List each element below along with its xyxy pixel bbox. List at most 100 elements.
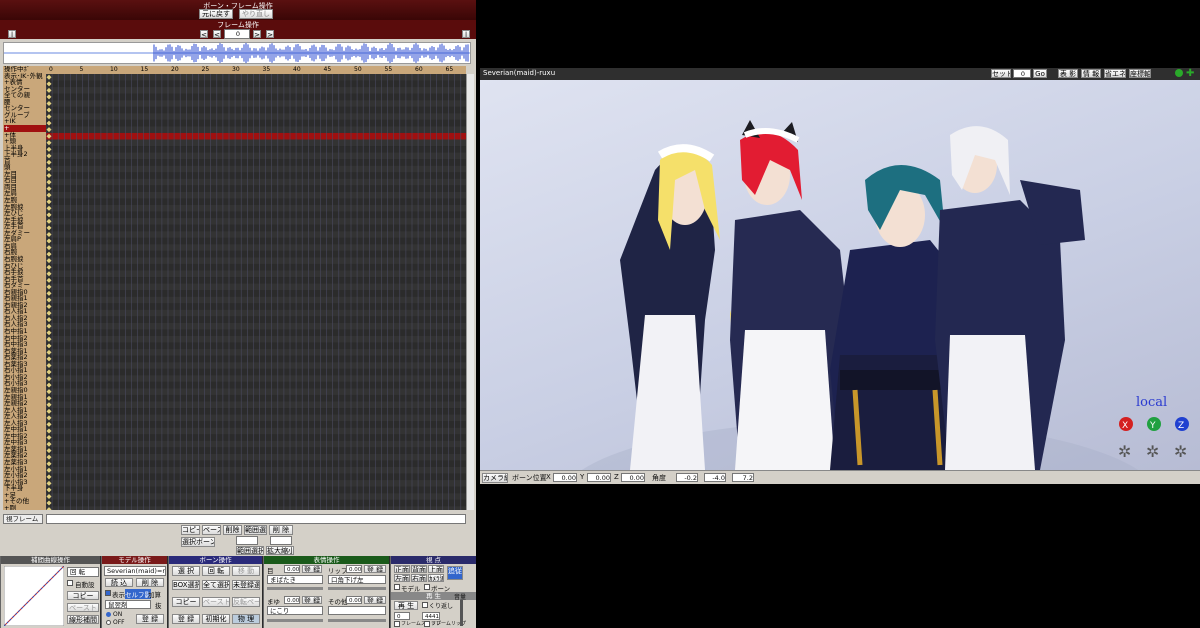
- camera-follow-button[interactable]: ｶﾒﾗ追: [428, 574, 444, 582]
- reverse-paste-button[interactable]: 反転ペースト: [232, 597, 260, 607]
- next-key-button[interactable]: >: [253, 30, 261, 38]
- model-select[interactable]: Severian(maid)=ruxu: [104, 566, 166, 576]
- lip-slider[interactable]: [328, 587, 386, 590]
- lip-morph-select[interactable]: 口角下げ左: [328, 575, 386, 584]
- bone-register-button[interactable]: 登 録: [172, 614, 200, 624]
- add-icon[interactable]: ✚: [1186, 69, 1194, 79]
- bone-select[interactable]: 鼠翌剤: [105, 600, 151, 609]
- undo-button[interactable]: 元に戻す: [199, 9, 233, 19]
- add-label[interactable]: 加算: [148, 589, 161, 599]
- last-frame-button[interactable]: |: [462, 30, 470, 38]
- range-start-input[interactable]: [236, 536, 258, 545]
- frame-stop-checkbox[interactable]: [394, 621, 400, 627]
- top-view-button[interactable]: 上面: [428, 565, 444, 573]
- other-morph-select[interactable]: [328, 606, 386, 615]
- eye-morph-select[interactable]: まばたき: [267, 575, 323, 584]
- physics-button[interactable]: 物 理: [232, 614, 260, 624]
- brow-morph-select[interactable]: にこり: [267, 606, 323, 615]
- range-end-input[interactable]: [270, 536, 292, 545]
- timeline-hscroll[interactable]: [46, 514, 466, 524]
- repeat-checkbox[interactable]: [422, 602, 428, 608]
- other-value[interactable]: 0.000: [346, 596, 362, 604]
- pos-y-input[interactable]: 0.00: [587, 473, 611, 482]
- camera-edit-button[interactable]: カメラ編: [482, 473, 508, 483]
- keyframe-grid[interactable]: [46, 66, 466, 510]
- shadow-button[interactable]: 表 影: [1058, 69, 1078, 78]
- eye-slider[interactable]: [267, 587, 323, 590]
- other-slider[interactable]: [328, 619, 386, 622]
- bone-paste-button[interactable]: ペースト: [202, 597, 230, 607]
- play-end-input[interactable]: 4441: [422, 612, 440, 620]
- track-button[interactable]: 追従: [447, 566, 463, 580]
- model-checkbox[interactable]: [394, 584, 400, 590]
- angle-z-input[interactable]: 7.2: [732, 473, 754, 482]
- range-select-button[interactable]: 範囲選択: [244, 525, 267, 535]
- eco-button[interactable]: 省エネ: [1104, 69, 1126, 78]
- frame-number-input[interactable]: 0: [224, 29, 250, 39]
- prev-key-button[interactable]: <: [213, 30, 221, 38]
- interp-curve[interactable]: [4, 566, 64, 626]
- bone-copy-button[interactable]: コピー: [172, 597, 200, 607]
- axis-gizmo[interactable]: X Y Z ✲ ✲ ✲: [1118, 417, 1189, 461]
- model-register-button[interactable]: 登 録: [136, 614, 164, 624]
- brow-register-button[interactable]: 登 録: [302, 596, 322, 604]
- unregistered-select-button[interactable]: 未登録選択: [232, 580, 260, 590]
- pos-z-input[interactable]: 0.00: [621, 473, 645, 482]
- model-delete-button[interactable]: 削 除: [136, 578, 164, 587]
- all-select-button[interactable]: 全て選択: [202, 580, 230, 590]
- linear-button[interactable]: 線形補間: [67, 615, 99, 624]
- interp-paste-button[interactable]: ペースト: [67, 603, 99, 612]
- rotate-button[interactable]: 回 転: [202, 566, 230, 576]
- play-button[interactable]: 再 生: [394, 601, 418, 610]
- prev-frame-button[interactable]: <: [200, 30, 208, 38]
- go-button[interactable]: Go: [1033, 69, 1047, 78]
- delete-range-button[interactable]: 削 除: [269, 525, 293, 535]
- brow-value[interactable]: 0.000: [284, 596, 300, 604]
- angle-y-input[interactable]: -4.0: [704, 473, 726, 482]
- bone-checkbox[interactable]: [424, 584, 430, 590]
- select-button[interactable]: 選 択: [172, 566, 200, 576]
- auto-checkbox[interactable]: [67, 580, 73, 586]
- pos-x-input[interactable]: 0.00: [553, 473, 577, 482]
- volume-slider[interactable]: [460, 600, 463, 626]
- interp-type-select[interactable]: 回 転: [67, 567, 99, 577]
- set-value-input[interactable]: 0: [1013, 69, 1031, 78]
- display-checkbox[interactable]: [105, 590, 111, 596]
- lip-register-button[interactable]: 登 録: [364, 565, 386, 573]
- redo-button[interactable]: やり直し: [239, 9, 273, 19]
- frame-lip-checkbox[interactable]: [424, 621, 430, 627]
- lip-value[interactable]: 0.000: [346, 565, 362, 573]
- back-view-button[interactable]: 背面: [411, 565, 427, 573]
- interp-copy-button[interactable]: コピー: [67, 591, 99, 600]
- select-bone-dropdown[interactable]: 選択ボーン: [181, 537, 215, 547]
- angle-x-input[interactable]: -0.2: [676, 473, 698, 482]
- initialize-button[interactable]: 初期化: [202, 614, 230, 624]
- load-button[interactable]: 読 込: [105, 578, 133, 587]
- eye-register-button[interactable]: 登 録: [302, 565, 322, 573]
- box-select-button[interactable]: BOX選択: [172, 580, 200, 590]
- play-start-input[interactable]: 0: [394, 612, 410, 620]
- paste-frame-button[interactable]: ペースト: [202, 525, 221, 535]
- bone-row-label[interactable]: +剛: [4, 504, 16, 510]
- other-register-button[interactable]: 登 録: [364, 596, 386, 604]
- axis-button[interactable]: 座標軸: [1129, 69, 1151, 78]
- info-button[interactable]: 情 報: [1081, 69, 1101, 78]
- 3d-viewport[interactable]: local X Y Z ✲ ✲ ✲: [480, 80, 1200, 470]
- copy-frame-button[interactable]: コピー: [181, 525, 200, 535]
- eye-value[interactable]: 0.000: [284, 565, 300, 573]
- brow-slider[interactable]: [267, 619, 323, 622]
- off-radio[interactable]: [106, 620, 111, 625]
- interp-range-button[interactable]: 範囲選択: [236, 546, 264, 555]
- first-frame-button[interactable]: |: [8, 30, 16, 38]
- next-frame-button[interactable]: >: [266, 30, 274, 38]
- front-view-button[interactable]: 正面: [394, 565, 410, 573]
- timeline-scrollbar[interactable]: [466, 74, 474, 510]
- left-view-button[interactable]: 左面: [394, 574, 410, 582]
- record-icon[interactable]: [1175, 69, 1183, 77]
- set-button[interactable]: セット: [991, 69, 1011, 78]
- right-view-button[interactable]: 右面: [411, 574, 427, 582]
- expand-button[interactable]: 拡大縮小: [266, 546, 294, 555]
- on-radio[interactable]: [106, 612, 111, 617]
- delete-frame-button[interactable]: 削除: [223, 525, 242, 535]
- move-button[interactable]: 移 動: [232, 566, 260, 576]
